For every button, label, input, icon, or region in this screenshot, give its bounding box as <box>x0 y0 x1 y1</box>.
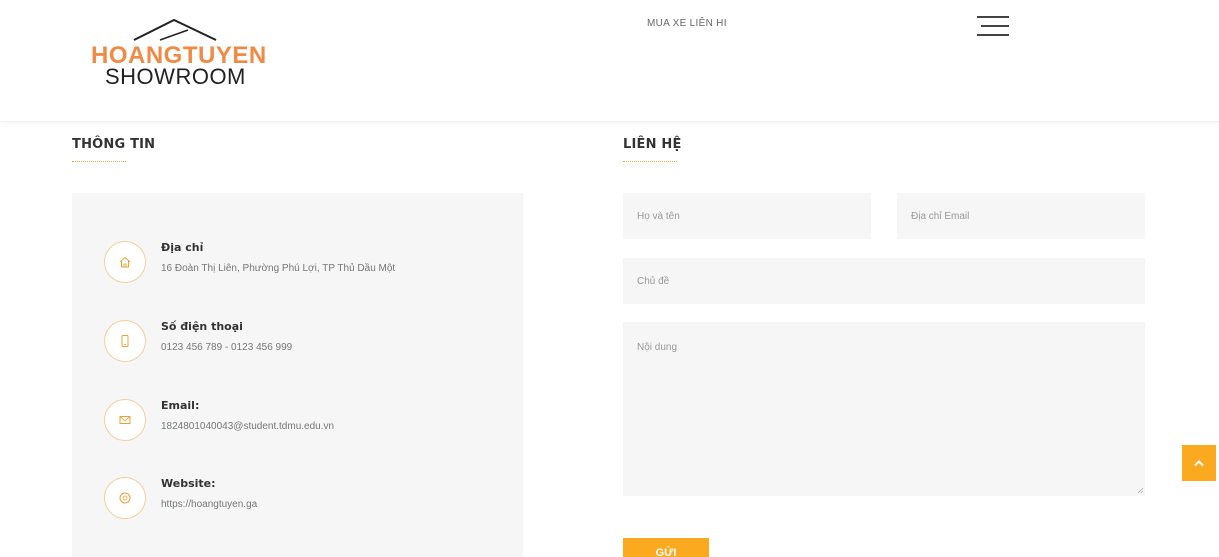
contact-section-title: LIÊN HỆ <box>623 137 682 162</box>
roof-logo-icon <box>133 18 217 41</box>
info-label: Số điện thoại <box>161 320 243 333</box>
info-panel: Địa chỉ 16 Đoàn Thị Liên, Phường Phú Lợi… <box>72 193 523 557</box>
phone-icon <box>104 320 146 362</box>
info-label: Địa chỉ <box>161 241 204 254</box>
info-item-address: Địa chỉ 16 Đoàn Thị Liên, Phường Phú Lợi… <box>104 241 514 301</box>
info-value: 16 Đoàn Thị Liên, Phường Phú Lợi, TP Thủ… <box>161 263 396 274</box>
site-header: HOANGTUYEN SHOWROOM MUA XE LIÊN HI <box>0 0 1219 122</box>
info-item-website: Website: https://hoangtuyen.ga <box>104 477 514 537</box>
envelope-icon <box>104 399 146 441</box>
email-input[interactable] <box>897 193 1145 239</box>
info-item-phone: Số điện thoại 0123 456 789 - 0123 456 99… <box>104 320 514 380</box>
message-textarea[interactable] <box>623 322 1145 496</box>
title-underline <box>623 161 677 162</box>
info-label: Website: <box>161 477 216 490</box>
info-value[interactable]: https://hoangtuyen.ga <box>161 499 257 510</box>
title-underline <box>72 161 126 162</box>
resize-grip-icon[interactable] <box>1136 486 1144 494</box>
logo-text-secondary: SHOWROOM <box>105 64 246 89</box>
info-value: 0123 456 789 - 0123 456 999 <box>161 342 293 353</box>
globe-icon <box>104 477 146 519</box>
chevron-up-icon <box>1194 460 1204 467</box>
back-to-top-button[interactable] <box>1182 445 1216 481</box>
home-icon <box>104 241 146 283</box>
info-item-email: Email: 1824801040043@student.tdmu.edu.vn <box>104 399 514 459</box>
submit-button[interactable]: GỬI <box>623 538 709 557</box>
info-label: Email: <box>161 399 200 412</box>
site-logo[interactable]: HOANGTUYEN SHOWROOM <box>88 14 268 94</box>
name-input[interactable] <box>623 193 871 239</box>
info-section-title: THÔNG TIN <box>72 137 155 162</box>
subject-input[interactable] <box>623 258 1145 304</box>
info-value[interactable]: 1824801040043@student.tdmu.edu.vn <box>161 421 334 432</box>
hamburger-icon[interactable] <box>977 14 1009 38</box>
header-promo-link[interactable]: MUA XE LIÊN HI <box>647 18 727 29</box>
